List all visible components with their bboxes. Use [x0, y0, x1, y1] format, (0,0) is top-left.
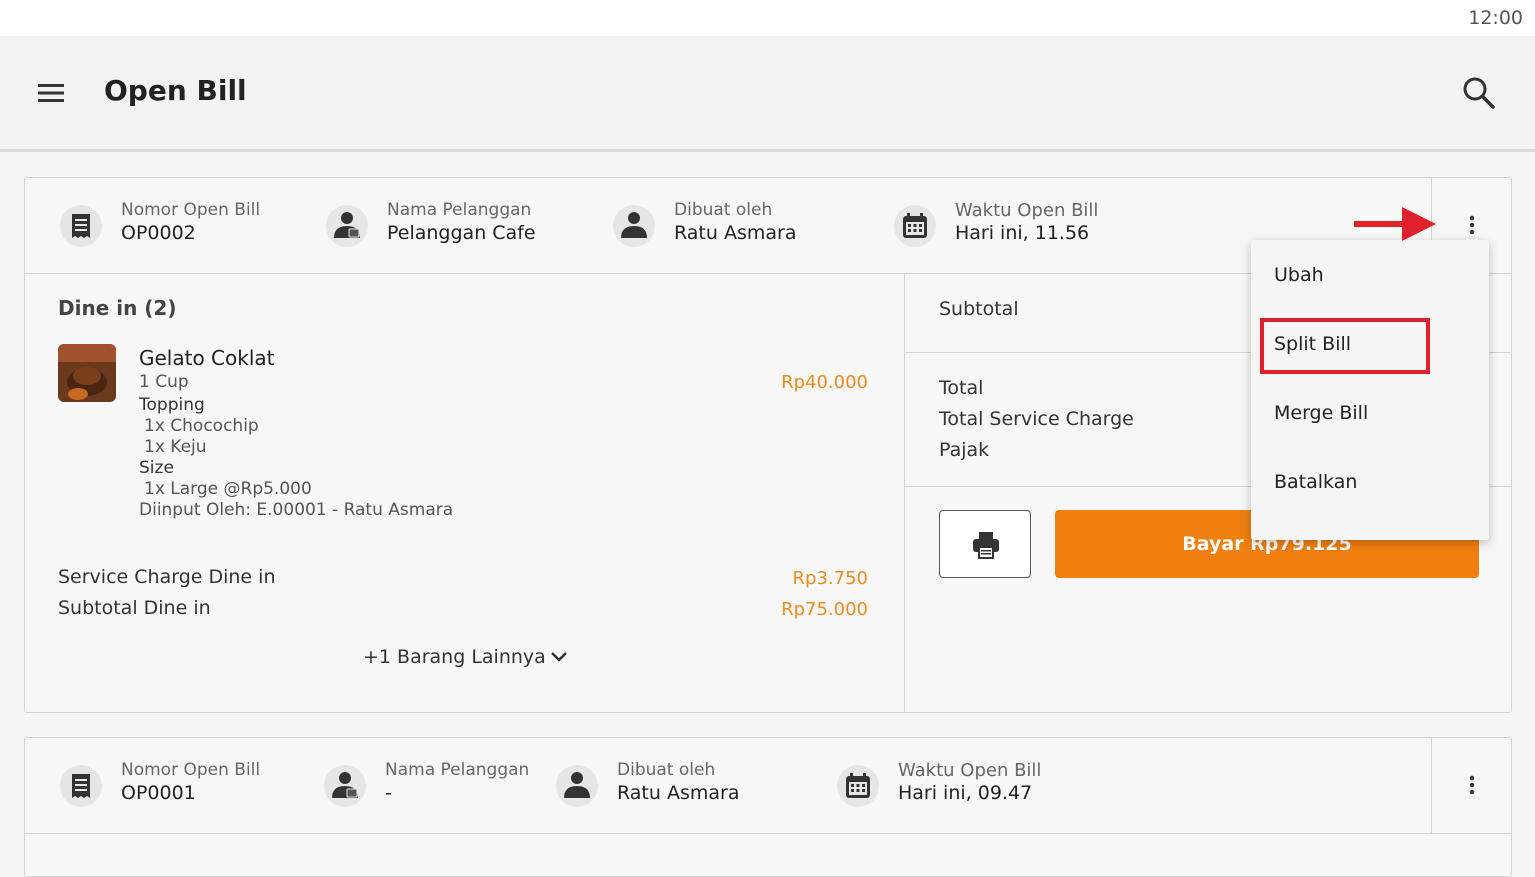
- more-vert-icon[interactable]: [1464, 212, 1480, 240]
- print-button[interactable]: [939, 510, 1031, 578]
- bill-number-value: OP0002: [121, 222, 196, 244]
- service-charge-value: Rp3.750: [792, 568, 868, 589]
- created-by-value: Ratu Asmara: [617, 782, 740, 804]
- open-time-value: Hari ini, 11.56: [955, 222, 1090, 244]
- topping-item: 1x Keju: [144, 437, 207, 457]
- topping-label: Topping: [139, 395, 205, 415]
- summary-subtotal-label: Subtotal: [939, 298, 1019, 320]
- bill-number-value: OP0001: [121, 782, 196, 804]
- page-title: Open Bill: [104, 74, 247, 107]
- menu-item-merge-bill[interactable]: Merge Bill: [1274, 402, 1368, 424]
- item-quantity: 1 Cup: [139, 372, 189, 392]
- receipt-icon: [60, 205, 102, 247]
- order-details: Dine in (2) Gelato Coklat 1 Cup Rp40.000…: [25, 274, 905, 712]
- receipt-icon: [60, 765, 102, 807]
- menu-icon[interactable]: [36, 78, 66, 108]
- entered-by: Diinput Oleh: E.00001 - Ratu Asmara: [139, 500, 454, 520]
- customer-value: Pelanggan Cafe: [387, 222, 536, 244]
- customer-icon: [324, 765, 366, 807]
- highlight-box: [1260, 318, 1430, 374]
- size-label: Size: [139, 458, 174, 478]
- status-time: 12:00: [1468, 7, 1523, 29]
- printer-icon: [973, 532, 999, 559]
- person-icon: [556, 765, 598, 807]
- bill-number-label: Nomor Open Bill: [121, 200, 261, 220]
- subtotal-value: Rp75.000: [781, 599, 868, 620]
- chevron-down-icon: [551, 652, 567, 662]
- summary-tax-label: Pajak: [939, 439, 990, 461]
- bill-header: Nomor Open Bill OP0001 Nama Pelanggan - …: [25, 738, 1511, 834]
- open-time-label: Waktu Open Bill: [898, 760, 1042, 781]
- created-by-label: Dibuat oleh: [674, 200, 773, 220]
- menu-item-batalkan[interactable]: Batalkan: [1274, 471, 1357, 493]
- customer-label: Nama Pelanggan: [385, 760, 530, 780]
- service-charge-label: Service Charge Dine in: [58, 566, 276, 588]
- more-options-area: [1431, 738, 1511, 834]
- calendar-icon: [894, 205, 936, 247]
- item-price: Rp40.000: [781, 372, 868, 393]
- item-name: Gelato Coklat: [139, 346, 275, 370]
- arrow-right-icon: [1354, 207, 1436, 241]
- calendar-icon: [837, 765, 879, 807]
- summary-total-label: Total: [939, 377, 984, 399]
- topping-item: 1x Chocochip: [144, 416, 259, 436]
- open-time-value: Hari ini, 09.47: [898, 782, 1033, 804]
- search-icon[interactable]: [1460, 74, 1498, 112]
- product-image: [58, 344, 116, 402]
- person-icon: [613, 205, 655, 247]
- open-time-label: Waktu Open Bill: [955, 200, 1099, 221]
- more-items-toggle[interactable]: +1 Barang Lainnya: [363, 646, 567, 668]
- more-items-label: +1 Barang Lainnya: [363, 646, 546, 668]
- app-bar: Open Bill: [0, 36, 1535, 152]
- customer-label: Nama Pelanggan: [387, 200, 532, 220]
- created-by-value: Ratu Asmara: [674, 222, 797, 244]
- customer-value: -: [385, 782, 392, 804]
- subtotal-label: Subtotal Dine in: [58, 597, 211, 619]
- status-bar: 12:00: [0, 0, 1535, 36]
- bill-card: Nomor Open Bill OP0001 Nama Pelanggan - …: [24, 737, 1512, 877]
- created-by-label: Dibuat oleh: [617, 760, 716, 780]
- bill-number-label: Nomor Open Bill: [121, 760, 261, 780]
- size-item: 1x Large @Rp5.000: [144, 479, 312, 499]
- section-title: Dine in (2): [58, 296, 177, 320]
- more-vert-icon[interactable]: [1464, 772, 1480, 800]
- summary-service-label: Total Service Charge: [939, 408, 1134, 430]
- menu-item-ubah[interactable]: Ubah: [1274, 264, 1324, 286]
- options-menu: Ubah Split Bill Merge Bill Batalkan: [1251, 240, 1489, 540]
- customer-icon: [326, 205, 368, 247]
